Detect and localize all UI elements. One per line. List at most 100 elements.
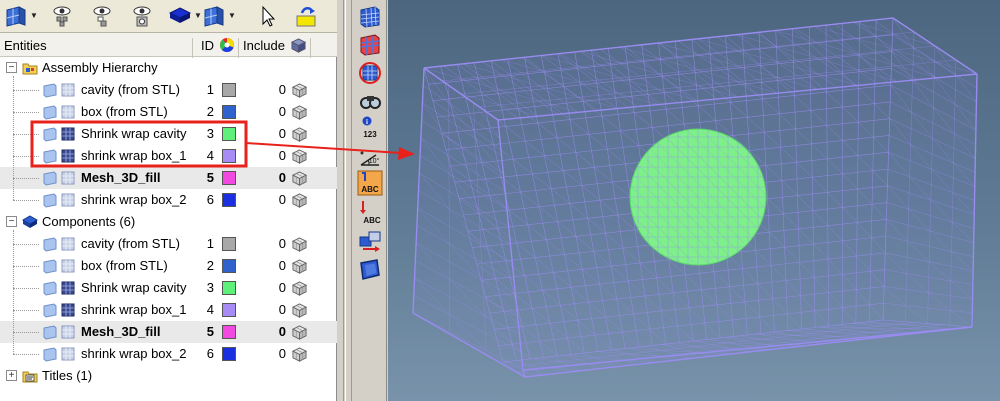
mesh-visibility-icon[interactable] — [60, 126, 76, 142]
solid-display-icon[interactable] — [168, 4, 192, 28]
entity-color-swatch[interactable] — [222, 171, 236, 185]
visibility-toggle-icon[interactable] — [42, 170, 58, 186]
assembly-hierarchy-node[interactable]: − Assembly Hierarchy — [0, 57, 337, 79]
mesh-model[interactable] — [388, 0, 1000, 401]
entity-color-swatch[interactable] — [222, 325, 236, 339]
collapse-icon[interactable]: − — [6, 216, 17, 227]
include-cube-icon[interactable] — [292, 149, 307, 164]
mesh-visibility-icon[interactable] — [60, 302, 76, 318]
include-cube-icon[interactable] — [292, 171, 307, 186]
include-cube-icon[interactable] — [292, 127, 307, 142]
entity-color-swatch[interactable] — [222, 347, 236, 361]
mesh-visibility-icon[interactable] — [60, 170, 76, 186]
chevron-down-icon[interactable]: ▼ — [30, 12, 38, 20]
include-cube-icon[interactable] — [291, 38, 306, 53]
include-cube-icon[interactable] — [292, 303, 307, 318]
entity-color-swatch[interactable] — [222, 259, 236, 273]
visibility-toggle-icon[interactable] — [42, 126, 58, 142]
titles-node[interactable]: + Titles (1) — [0, 365, 337, 387]
visibility-toggle-icon[interactable] — [42, 302, 58, 318]
list-item[interactable]: Shrink wrap cavity 3 0 — [0, 277, 337, 299]
entity-color-swatch[interactable] — [222, 303, 236, 317]
label-abc-icon[interactable]: ABC — [357, 170, 383, 196]
mesh-view-icon[interactable] — [357, 4, 383, 30]
list-item[interactable]: box (from STL) 2 0 — [0, 255, 337, 277]
include-cube-icon[interactable] — [292, 193, 307, 208]
list-item[interactable]: shrink wrap box_2 6 0 — [0, 343, 337, 365]
mesh-visibility-icon[interactable] — [60, 192, 76, 208]
visibility-toggle-icon[interactable] — [42, 280, 58, 296]
visibility-toggle-icon[interactable] — [42, 148, 58, 164]
list-item[interactable]: shrink wrap box_1 4 0 — [0, 299, 337, 321]
import-icon[interactable] — [294, 4, 318, 28]
angle-measure-icon[interactable]: 10° — [357, 143, 383, 169]
list-item[interactable]: cavity (from STL) 1 0 — [0, 79, 337, 101]
visibility-toggle-icon[interactable] — [42, 346, 58, 362]
entities-column-header[interactable]: Entities — [4, 38, 47, 53]
chevron-down-icon[interactable]: ▼ — [228, 12, 236, 20]
isolate-icon[interactable] — [90, 4, 114, 28]
list-item[interactable]: box (from STL) 2 0 — [0, 101, 337, 123]
entity-color-swatch[interactable] — [222, 127, 236, 141]
no-mesh-icon[interactable] — [357, 60, 383, 86]
include-cube-icon[interactable] — [292, 259, 307, 274]
label-pointer-icon[interactable]: ABC — [357, 199, 383, 225]
include-cube-icon[interactable] — [292, 325, 307, 340]
list-item[interactable]: Mesh_3D_fill 5 0 — [0, 321, 337, 343]
visibility-toggle-icon[interactable] — [42, 258, 58, 274]
entity-browser: ▼ ▼ ▼ Entities ID Include − Assembly Hie… — [0, 0, 337, 401]
list-item[interactable]: shrink wrap box_2 6 0 — [0, 189, 337, 211]
mesh-visibility-icon[interactable] — [60, 104, 76, 120]
components-node[interactable]: − Components (6) — [0, 211, 337, 233]
entity-color-swatch[interactable] — [222, 193, 236, 207]
angle-label: 10° — [369, 157, 380, 165]
entity-color-swatch[interactable] — [222, 281, 236, 295]
expand-icon[interactable]: + — [6, 370, 17, 381]
color-wheel-icon[interactable] — [219, 37, 235, 53]
transform-icon[interactable] — [357, 228, 383, 254]
mesh-visibility-icon[interactable] — [60, 148, 76, 164]
include-cube-icon[interactable] — [292, 237, 307, 252]
visibility-toggle-icon[interactable] — [42, 82, 58, 98]
entity-include: 0 — [278, 170, 286, 185]
surface-icon[interactable] — [357, 257, 383, 283]
panel-splitter[interactable] — [337, 0, 352, 401]
collapse-icon[interactable]: − — [6, 62, 17, 73]
entity-color-swatch[interactable] — [222, 105, 236, 119]
mesh-visibility-icon[interactable] — [60, 324, 76, 340]
list-item[interactable]: Shrink wrap cavity 3 0 — [0, 123, 337, 145]
list-item[interactable]: shrink wrap box_1 4 0 — [0, 145, 337, 167]
list-item[interactable]: cavity (from STL) 1 0 — [0, 233, 337, 255]
mesh-visibility-icon[interactable] — [60, 346, 76, 362]
mesh-visibility-icon[interactable] — [60, 258, 76, 274]
vertical-toolbar: i 123 10° ABC ABC — [352, 0, 387, 401]
entity-color-swatch[interactable] — [222, 83, 236, 97]
review-icon[interactable] — [130, 4, 154, 28]
id-column-header[interactable]: ID — [201, 38, 214, 53]
entity-color-swatch[interactable] — [222, 237, 236, 251]
include-cube-icon[interactable] — [292, 347, 307, 362]
include-column-header[interactable]: Include — [243, 38, 285, 53]
numbers-icon[interactable]: i 123 — [357, 114, 383, 140]
shaded-elements-icon[interactable] — [202, 4, 226, 28]
include-cube-icon[interactable] — [292, 83, 307, 98]
find-icon[interactable] — [357, 88, 383, 114]
element-color-icon[interactable] — [357, 32, 383, 58]
list-item[interactable]: Mesh_3D_fill 5 0 — [0, 167, 337, 189]
mesh-visibility-icon[interactable] — [60, 236, 76, 252]
visibility-toggle-icon[interactable] — [42, 192, 58, 208]
include-cube-icon[interactable] — [292, 281, 307, 296]
visibility-toggle-icon[interactable] — [42, 324, 58, 340]
entity-name: cavity (from STL) — [81, 236, 180, 251]
entity-color-swatch[interactable] — [222, 149, 236, 163]
mesh-visibility-icon[interactable] — [60, 82, 76, 98]
visibility-toggle-icon[interactable] — [42, 236, 58, 252]
include-cube-icon[interactable] — [292, 105, 307, 120]
component-display-icon[interactable] — [4, 4, 28, 28]
select-cursor-icon[interactable] — [256, 4, 280, 28]
graphics-viewport[interactable] — [388, 0, 1000, 401]
show-hide-icon[interactable] — [50, 4, 74, 28]
chevron-down-icon[interactable]: ▼ — [194, 12, 202, 20]
mesh-visibility-icon[interactable] — [60, 280, 76, 296]
visibility-toggle-icon[interactable] — [42, 104, 58, 120]
